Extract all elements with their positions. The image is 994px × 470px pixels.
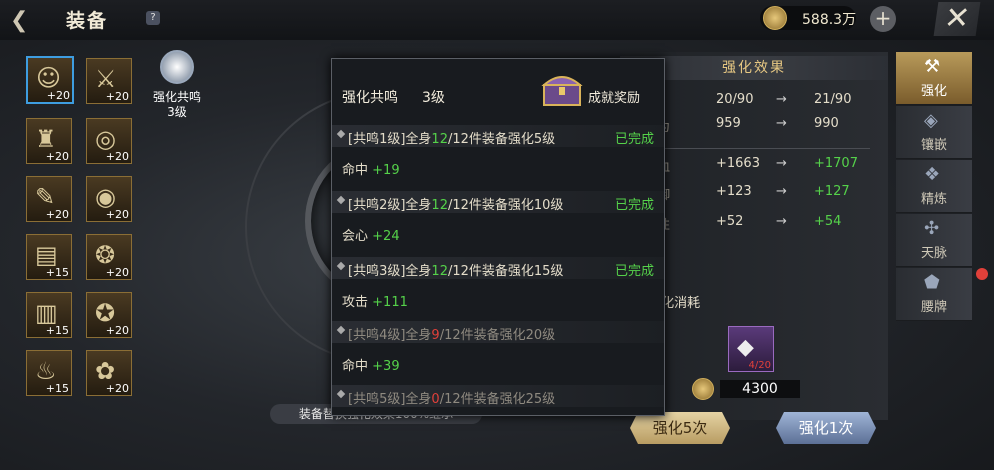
tab-inlay[interactable]: ◈ 镶嵌: [896, 106, 972, 159]
equip-slot[interactable]: ✿ +20: [86, 350, 132, 396]
close-button[interactable]: ✕: [933, 1, 981, 36]
tier-row: [共鸣1级]全身12/12件装备强化5级 已完成: [332, 125, 664, 147]
equip-slot[interactable]: ◉ +20: [86, 176, 132, 222]
coin-icon: [763, 6, 787, 30]
pants-icon: ▥: [35, 299, 58, 327]
stat-row: 防御+123→+127: [644, 184, 850, 203]
tier-row: [共鸣4级]全身9/12件装备强化20级: [332, 321, 664, 343]
resonance-icon[interactable]: [160, 50, 194, 84]
add-currency-button[interactable]: +: [870, 6, 896, 32]
pendant-icon: ✪: [95, 299, 116, 327]
bracer-icon: ✎: [35, 183, 56, 211]
ring-icon: ◎: [95, 125, 116, 153]
equip-slot[interactable]: ❂ +20: [86, 234, 132, 280]
armor-icon: ♜: [35, 125, 57, 153]
stat-row: 修为959→990: [644, 116, 839, 135]
equip-slot[interactable]: ✎ +20: [26, 176, 72, 222]
stat-row: 气血+1663→+1707: [644, 156, 858, 175]
equip-slot[interactable]: ♜ +20: [26, 118, 72, 164]
chest-icon[interactable]: [540, 69, 584, 109]
equip-slot[interactable]: ♨ +15: [26, 350, 72, 396]
notification-dot: [976, 268, 988, 280]
help-icon[interactable]: ?: [146, 11, 160, 25]
anvil-icon: ⚒: [924, 56, 941, 77]
currency-amount: 588.3万: [802, 12, 857, 28]
resonance-popup: 强化共鸣 3级 成就奖励 [共鸣1级]全身12/12件装备强化5级 已完成 命中 +…: [331, 58, 665, 416]
helmet-icon: ☺: [36, 64, 62, 92]
refine-icon: ❖: [924, 164, 941, 185]
tab-badge[interactable]: ⬟ 腰牌: [896, 268, 972, 321]
page-title: 装备: [66, 10, 109, 32]
tier-row: [共鸣5级]全身0/12件装备强化25级: [332, 385, 664, 407]
material-slot[interactable]: ◆ 4/20: [728, 326, 774, 372]
ore-icon: ◆: [737, 335, 754, 360]
cost-header: ◆ 强化消耗: [634, 296, 701, 311]
tab-meridian[interactable]: ✣ 天脉: [896, 214, 972, 267]
gem-icon: ◈: [924, 110, 938, 131]
achievement-reward-label: 成就奖励: [588, 91, 641, 106]
tab-refine[interactable]: ❖ 精炼: [896, 160, 972, 213]
amulet-icon: ❂: [95, 241, 116, 269]
stat-row: 化20/90→21/90: [644, 92, 852, 111]
tier-bonus: 命中 +39: [342, 359, 400, 374]
resonance-label: 强化共鸣 3级: [152, 90, 201, 119]
equip-slot[interactable]: ✪ +20: [86, 292, 132, 338]
tab-enhance[interactable]: ⚒ 强化: [896, 52, 972, 105]
equip-slot[interactable]: ◎ +20: [86, 118, 132, 164]
tier-row: [共鸣3级]全身12/12件装备强化15级 已完成: [332, 257, 664, 279]
enhance-5x-button[interactable]: 强化5次: [630, 412, 730, 444]
popup-title: 强化共鸣 3级: [342, 90, 445, 106]
tier-row: [共鸣2级]全身12/12件装备强化10级 已完成: [332, 191, 664, 213]
equip-slot[interactable]: ▥ +15: [26, 292, 72, 338]
coin-icon: [692, 378, 714, 400]
ring-icon: ◉: [95, 183, 116, 211]
tier-bonus: 命中 +19: [342, 163, 400, 178]
tier-bonus: 攻击 +111: [342, 295, 408, 310]
stat-divider: [640, 148, 870, 149]
belt-icon: ▤: [35, 241, 58, 269]
charm-icon: ✿: [95, 357, 116, 385]
equip-slot[interactable]: ☺ +20: [26, 56, 74, 104]
equip-slot[interactable]: ▤ +15: [26, 234, 72, 280]
enhance-1x-button[interactable]: 强化1次: [776, 412, 876, 444]
tier-bonus: 会心 +24: [342, 229, 400, 244]
back-arrow-icon[interactable]: ❮: [10, 8, 50, 33]
meridian-icon: ✣: [924, 218, 940, 239]
coin-cost: 4300: [720, 380, 800, 398]
badge-icon: ⬟: [924, 272, 940, 293]
stat-row: 韧性+52→+54: [644, 214, 842, 233]
equip-slot[interactable]: ⚔ +20: [86, 58, 132, 104]
weapon-icon: ⚔: [95, 65, 117, 93]
boots-icon: ♨: [35, 357, 57, 385]
